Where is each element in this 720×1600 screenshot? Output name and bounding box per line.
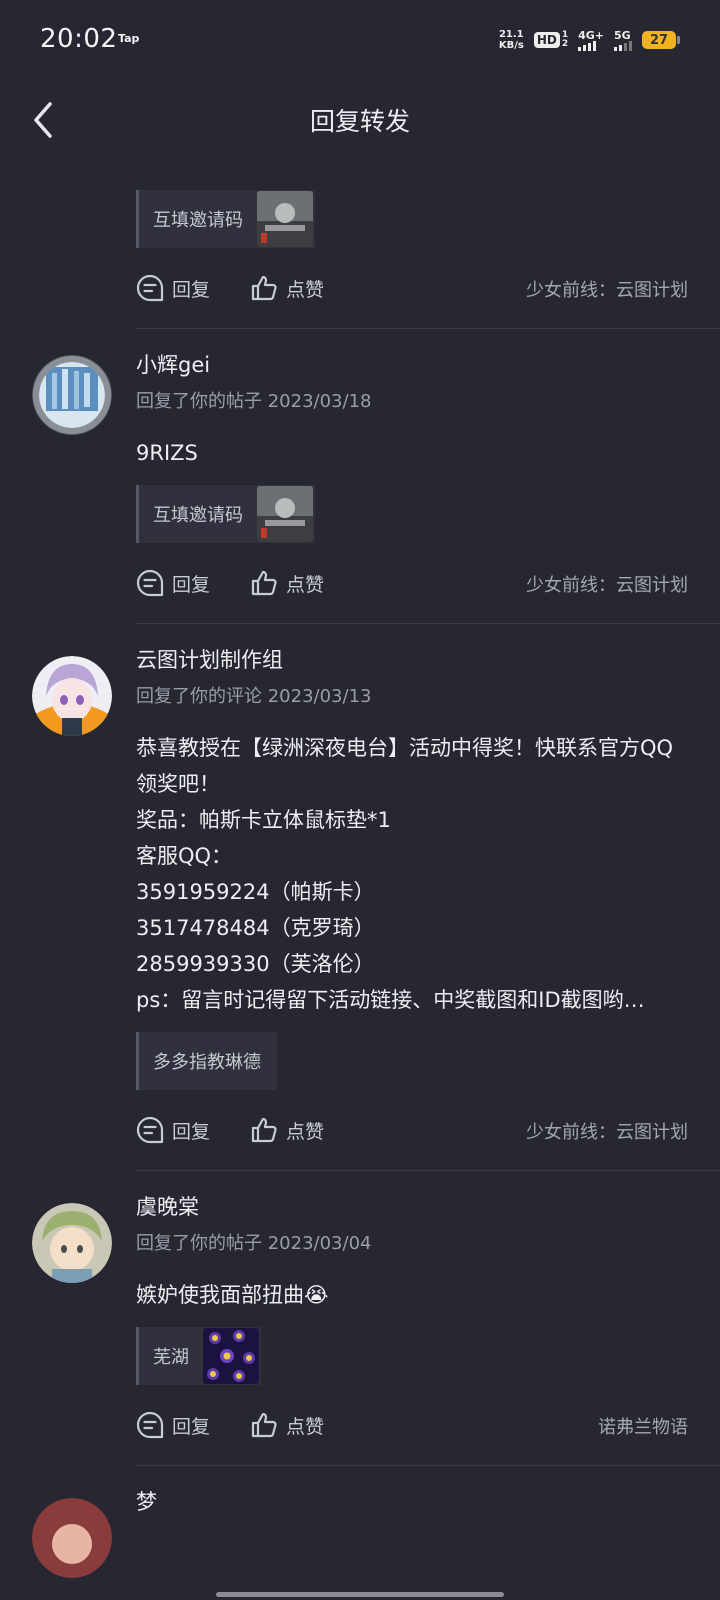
- network-speed-value: 21.1: [498, 29, 524, 40]
- list-item: 互填邀请码 回复 点赞 少女前线：云图计划: [0, 160, 720, 329]
- reply-button[interactable]: 回复: [136, 569, 210, 597]
- reply-button[interactable]: 回复: [136, 274, 210, 302]
- signal-5g-icon: 5G: [614, 30, 632, 51]
- like-button[interactable]: 点赞: [250, 1116, 324, 1144]
- action-bar: 回复 点赞 少女前线：云图计划: [136, 256, 688, 326]
- like-label: 点赞: [286, 573, 325, 596]
- quoted-post-text: 互填邀请码: [153, 505, 243, 526]
- reply-list: 互填邀请码 回复 点赞 少女前线：云图计划 小辉gei 回复了你的帖子 2023…: [0, 160, 720, 1578]
- reply-content[interactable]: 嫉妒使我面部扭曲😭: [136, 1277, 688, 1313]
- like-label: 点赞: [286, 278, 325, 301]
- quoted-post[interactable]: 多多指教琳德: [136, 1032, 277, 1090]
- tap-app-icon: Tap: [118, 32, 140, 45]
- avatar[interactable]: [32, 1203, 112, 1283]
- signal-4g-label: 4G+: [578, 28, 604, 42]
- list-item: 梦: [0, 1466, 720, 1578]
- quoted-post[interactable]: 芜湖: [136, 1327, 261, 1385]
- hd-voice-icon: HD 1 2: [533, 31, 569, 49]
- thumbs-up-icon: [251, 1117, 277, 1143]
- action-bar: 回复 点赞 诺弗兰物语: [136, 1393, 688, 1463]
- battery-icon: 27: [642, 31, 680, 49]
- quoted-post-thumbnail: [203, 1328, 259, 1384]
- comment-icon: [136, 1411, 164, 1439]
- network-speed: 21.1 KB/s: [499, 29, 524, 51]
- quoted-post-text: 芜湖: [153, 1347, 189, 1368]
- signal-5g-label: 5G: [614, 28, 631, 42]
- avatar[interactable]: [32, 355, 112, 435]
- action-bar: 回复 点赞 少女前线：云图计划: [136, 551, 688, 621]
- reply-meta: 回复了你的帖子 2023/03/18: [136, 391, 372, 412]
- quoted-post-text: 多多指教琳德: [153, 1052, 261, 1073]
- quoted-post[interactable]: 互填邀请码: [136, 190, 315, 248]
- reply-label: 回复: [172, 278, 211, 301]
- user-name[interactable]: 虞晚棠: [136, 1171, 688, 1223]
- like-button[interactable]: 点赞: [250, 569, 324, 597]
- status-bar: 20:02 Tap 21.1 KB/s HD 1 2 4G+ 5G 27: [0, 0, 720, 80]
- like-label: 点赞: [286, 1415, 325, 1438]
- thumbs-up-icon: [251, 570, 277, 596]
- source-forum-link[interactable]: 诺弗兰物语: [598, 1413, 688, 1439]
- reply-button[interactable]: 回复: [136, 1116, 210, 1144]
- network-speed-unit: KB/s: [498, 40, 524, 51]
- reply-label: 回复: [172, 1415, 211, 1438]
- avatar[interactable]: [32, 656, 112, 736]
- reply-label: 回复: [172, 573, 211, 596]
- comment-icon: [136, 1116, 164, 1144]
- user-name[interactable]: 云图计划制作组: [136, 624, 688, 676]
- hd-sim-bottom: 2: [561, 39, 569, 49]
- reply-content[interactable]: 恭喜教授在【绿洲深夜电台】活动中得奖！快联系官方QQ领奖吧！ 奖品：帕斯卡立体鼠…: [136, 730, 688, 1018]
- comment-icon: [136, 569, 164, 597]
- status-time: 20:02: [40, 24, 118, 54]
- quoted-post-thumbnail: [257, 486, 313, 542]
- avatar[interactable]: [32, 1498, 112, 1578]
- page-title: 回复转发: [309, 107, 410, 136]
- top-nav-bar: 回复转发: [0, 80, 720, 160]
- source-forum-link[interactable]: 少女前线：云图计划: [526, 276, 688, 302]
- reply-label: 回复: [172, 1120, 211, 1143]
- like-button[interactable]: 点赞: [250, 1411, 324, 1439]
- quoted-post[interactable]: 互填邀请码: [136, 485, 315, 543]
- list-item: 云图计划制作组 回复了你的评论 2023/03/13 恭喜教授在【绿洲深夜电台】…: [0, 624, 720, 1171]
- status-indicators: 21.1 KB/s HD 1 2 4G+ 5G 27: [499, 26, 680, 54]
- signal-bars-icon: [614, 40, 632, 51]
- reply-content[interactable]: 9RIZS: [136, 435, 688, 471]
- quoted-post-text: 互填邀请码: [153, 210, 243, 231]
- thumbs-up-icon: [251, 275, 277, 301]
- home-indicator[interactable]: [216, 1592, 504, 1597]
- user-name[interactable]: 小辉gei: [136, 329, 688, 381]
- battery-level: 27: [649, 32, 669, 48]
- hd-label: HD: [533, 32, 560, 48]
- signal-4g-icon: 4G+: [578, 30, 604, 51]
- like-button[interactable]: 点赞: [250, 274, 324, 302]
- comment-icon: [136, 274, 164, 302]
- list-item: 小辉gei 回复了你的帖子 2023/03/18 9RIZS 互填邀请码 回复 …: [0, 329, 720, 624]
- user-name[interactable]: 梦: [136, 1466, 688, 1518]
- reply-meta: 回复了你的帖子 2023/03/04: [136, 1233, 372, 1254]
- source-forum-link[interactable]: 少女前线：云图计划: [526, 1118, 688, 1144]
- reply-meta: 回复了你的评论 2023/03/13: [136, 686, 372, 707]
- source-forum-link[interactable]: 少女前线：云图计划: [526, 571, 688, 597]
- signal-bars-icon: [578, 40, 597, 51]
- thumbs-up-icon: [251, 1412, 277, 1438]
- list-item: 虞晚棠 回复了你的帖子 2023/03/04 嫉妒使我面部扭曲😭 芜湖 回复 点…: [0, 1171, 720, 1466]
- action-bar: 回复 点赞 少女前线：云图计划: [136, 1098, 688, 1168]
- reply-button[interactable]: 回复: [136, 1411, 210, 1439]
- like-label: 点赞: [286, 1120, 325, 1143]
- quoted-post-thumbnail: [257, 191, 313, 247]
